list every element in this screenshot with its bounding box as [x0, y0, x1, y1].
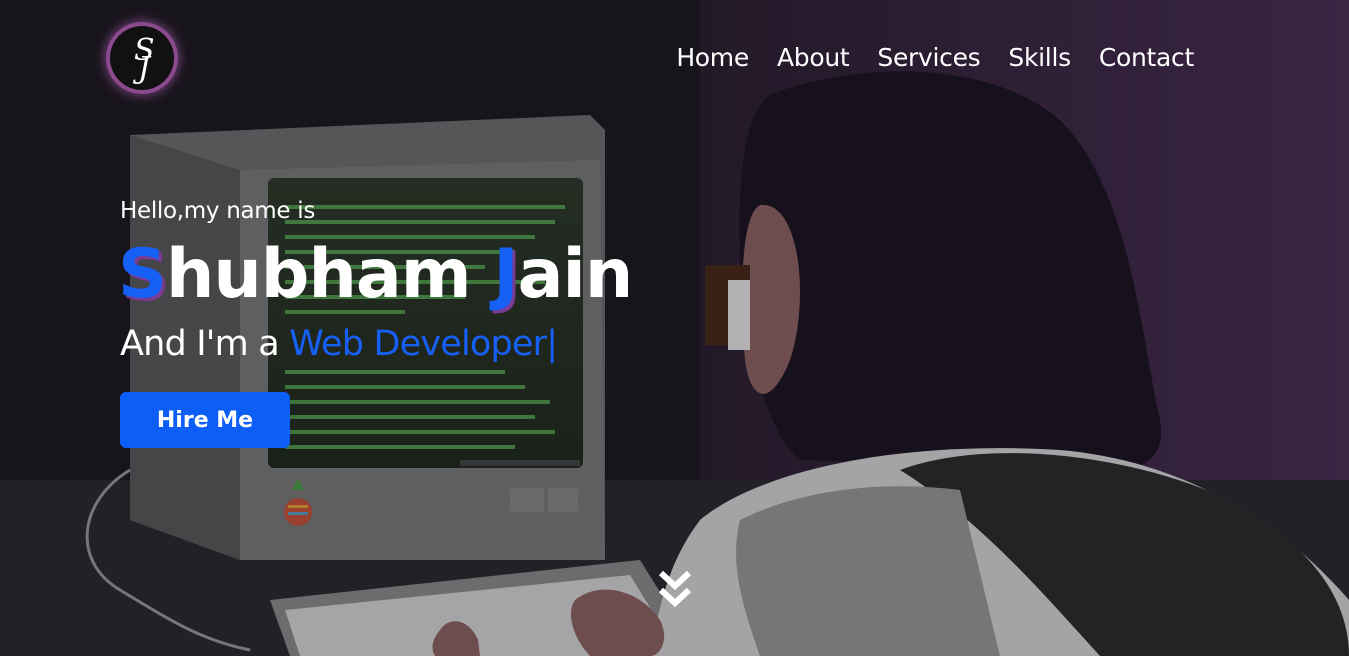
nav-link-skills[interactable]: Skills [1008, 40, 1071, 76]
nav-link-about[interactable]: About [777, 40, 850, 76]
main-nav: Home About Services Skills Contact [676, 40, 1194, 76]
scroll-chevrons-svg [658, 570, 692, 608]
typing-cursor: | [546, 324, 558, 364]
name-first-rest: hubham [165, 235, 472, 314]
double-chevron-down-icon[interactable] [656, 568, 694, 612]
site-logo[interactable]: S J [106, 22, 178, 94]
nav-link-contact[interactable]: Contact [1099, 40, 1194, 76]
name-first-initial: S [118, 235, 167, 314]
logo-monogram-svg: S J [132, 33, 155, 86]
hire-me-button[interactable]: Hire Me [120, 392, 290, 448]
hero-role-line: And I'm a Web Developer| [120, 320, 558, 368]
hero-name-heading: Shubham Jain [118, 230, 634, 320]
role-prefix: And I'm a [120, 324, 280, 364]
name-last-initial: J [493, 235, 518, 314]
nav-link-services[interactable]: Services [877, 40, 980, 76]
name-last-rest: ain [517, 235, 634, 314]
hero-intro-text: Hello,my name is [120, 198, 316, 224]
sj-monogram-icon: S J [110, 26, 174, 90]
hero-section: S J Home About Services Skills Contact H… [0, 0, 1349, 656]
nav-link-home[interactable]: Home [676, 40, 749, 76]
role-typed-text: Web Developer [289, 324, 547, 364]
